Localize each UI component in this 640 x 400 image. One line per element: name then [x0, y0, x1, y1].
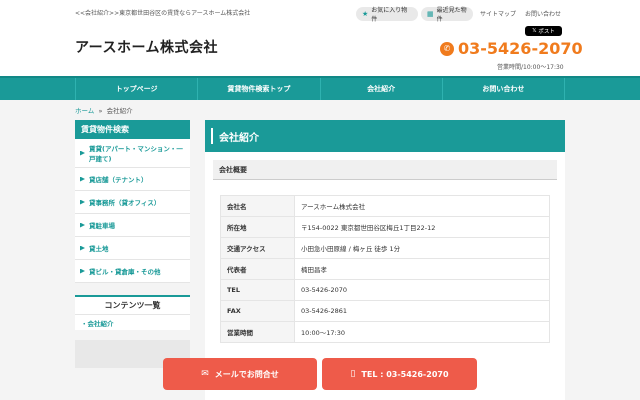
sidebar-item-residential[interactable]: 賃貸(アパート・マンション・一戸建て)	[75, 139, 190, 168]
table-row: 営業時間 10:00～17:30	[220, 321, 550, 343]
sidebar-item-label: 会社紹介	[87, 319, 114, 328]
row-value: 03-5426-2861	[294, 300, 550, 322]
sidebar-item-shop[interactable]: 貸店舗（テナント）	[75, 168, 190, 191]
post-label: ポスト	[538, 29, 555, 35]
sidebar-item-label: 貸ビル・貸倉庫・その他	[89, 268, 161, 276]
arrow-right-icon	[80, 245, 85, 251]
row-value: 小田急小田原線 / 梅ヶ丘 徒歩 1分	[294, 237, 550, 259]
sidebar-item-office[interactable]: 貸事務所（貸オフィス）	[75, 191, 190, 214]
table-row: FAX 03-5426-2861	[220, 300, 550, 322]
nav-item-search[interactable]: 賃貸物件検索トップ	[197, 78, 319, 100]
sidebar-item-label: 貸土地	[89, 245, 109, 253]
recent-label: 最近見た物件	[436, 7, 467, 23]
envelope-icon: ✉	[201, 369, 209, 379]
site-header: <<会社紹介>>東京都世田谷区の賃貸ならアースホーム株式会社 ★ お気に入り物件…	[0, 0, 640, 76]
breadcrumb-separator: »	[98, 107, 103, 115]
arrow-right-icon	[80, 150, 85, 156]
header-phone[interactable]: ✆ 03-5426-2070	[440, 39, 583, 58]
row-key: 代表者	[220, 258, 295, 280]
breadcrumb-current: 会社紹介	[106, 107, 133, 115]
breadcrumb-home[interactable]: ホーム	[75, 107, 94, 115]
row-value: アースホーム株式会社	[294, 195, 550, 217]
x-post-button[interactable]: 𝕏 ポスト	[525, 26, 562, 36]
row-key: 会社名	[220, 195, 295, 217]
sidebar-contents-company[interactable]: ・会社紹介	[75, 314, 190, 330]
sidebar: 賃貸物件検索 賃貸(アパート・マンション・一戸建て) 貸店舗（テナント） 貸事務…	[75, 120, 190, 368]
row-key: FAX	[220, 300, 295, 322]
favorites-label: お気に入り物件	[371, 7, 408, 23]
recent-button[interactable]: ▦ 最近見た物件	[421, 7, 473, 23]
business-hours: 営業時間/10:00～17:30	[497, 64, 564, 71]
nav-item-company[interactable]: 会社紹介	[319, 78, 442, 100]
sidebar-item-label: 貸店舗（テナント）	[89, 176, 148, 184]
x-logo: 𝕏	[532, 28, 537, 34]
page-title: 会社紹介	[205, 120, 565, 152]
tel-button-label: TEL : 03-5426-2070	[361, 369, 449, 379]
arrow-right-icon	[80, 268, 85, 274]
company-info-table: 会社名 アースホーム株式会社 所在地 〒154-0022 東京都世田谷区梅丘1丁目2…	[220, 195, 550, 343]
row-key: 交通アクセス	[220, 237, 295, 259]
row-key: 営業時間	[220, 321, 295, 343]
history-icon: ▦	[427, 10, 434, 18]
row-key: 所在地	[220, 216, 295, 238]
arrow-right-icon	[80, 222, 85, 228]
table-row: 所在地 〒154-0022 東京都世田谷区梅丘1丁目22-12	[220, 216, 550, 238]
row-key: TEL	[220, 279, 295, 301]
nav-item-top[interactable]: トップページ	[75, 78, 197, 100]
nav-item-contact[interactable]: お問い合わせ	[441, 78, 565, 100]
global-nav: トップページ 賃貸物件検索トップ 会社紹介 お問い合わせ	[0, 76, 640, 100]
breadcrumb: ホーム » 会社紹介	[75, 105, 133, 115]
sitemap-link[interactable]: サイトマップ	[480, 9, 516, 18]
sidebar-contents-title: コンテンツ一覧	[75, 295, 190, 314]
phone-icon: ✆	[440, 41, 454, 56]
sidebar-search-title: 賃貸物件検索	[75, 120, 190, 139]
smartphone-icon: ▯	[350, 369, 356, 379]
table-row: TEL 03-5426-2070	[220, 279, 550, 301]
company-logo[interactable]: アースホーム株式会社	[75, 37, 218, 57]
table-row: 交通アクセス 小田急小田原線 / 梅ヶ丘 徒歩 1分	[220, 237, 550, 259]
row-value: 10:00～17:30	[294, 321, 550, 343]
section-title: 会社概要	[213, 160, 557, 180]
row-value: 〒154-0022 東京都世田谷区梅丘1丁目22-12	[294, 216, 550, 238]
row-value: 楠田昌孝	[294, 258, 550, 280]
sidebar-item-land[interactable]: 貸土地	[75, 237, 190, 260]
phone-number: 03-5426-2070	[458, 39, 583, 58]
arrow-right-icon	[80, 176, 85, 182]
table-row: 会社名 アースホーム株式会社	[220, 195, 550, 217]
favorites-button[interactable]: ★ お気に入り物件	[356, 7, 418, 23]
contact-link[interactable]: お問い合わせ	[525, 9, 561, 18]
sidebar-item-building[interactable]: 貸ビル・貸倉庫・その他	[75, 260, 190, 283]
star-icon: ★	[362, 10, 369, 18]
row-value: 03-5426-2070	[294, 279, 550, 301]
arrow-right-icon	[80, 199, 85, 205]
sidebar-item-parking[interactable]: 貸駐車場	[75, 214, 190, 237]
mail-inquiry-button[interactable]: ✉ メールでお問合せ	[163, 358, 317, 390]
mail-button-label: メールでお問合せ	[214, 369, 279, 379]
header-tagline: <<会社紹介>>東京都世田谷区の賃貸ならアースホーム株式会社	[75, 10, 251, 17]
sidebar-item-label: 貸事務所（貸オフィス）	[89, 199, 161, 207]
table-row: 代表者 楠田昌孝	[220, 258, 550, 280]
sidebar-item-label: 貸駐車場	[89, 222, 115, 230]
sidebar-item-label: 賃貸(アパート・マンション・一戸建て)	[89, 145, 183, 163]
tel-button[interactable]: ▯ TEL : 03-5426-2070	[322, 358, 477, 390]
